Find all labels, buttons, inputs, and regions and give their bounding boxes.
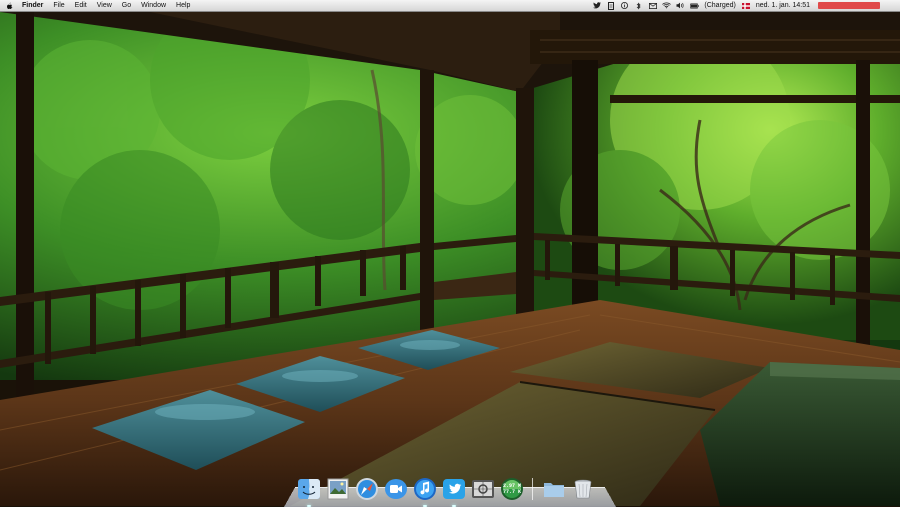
menu-edit[interactable]: Edit bbox=[75, 0, 87, 11]
menu-help[interactable]: Help bbox=[176, 0, 190, 11]
twitter-icon bbox=[443, 479, 465, 499]
facetime-icon bbox=[385, 479, 407, 499]
menu-clock[interactable]: ned. 1. jan. 14:51 bbox=[756, 0, 810, 11]
battery-status: (Charged) bbox=[704, 2, 736, 9]
dock: 2.97 M 77.7 K bbox=[296, 466, 599, 507]
preview-icon bbox=[327, 478, 349, 500]
mail-status-icon[interactable] bbox=[648, 1, 657, 10]
trash-icon bbox=[574, 479, 592, 499]
flag-icon[interactable] bbox=[742, 1, 751, 10]
dock-item-itunes[interactable] bbox=[412, 476, 438, 507]
network-up-value: 77.7 K bbox=[502, 489, 521, 495]
network-meter-readout: 2.97 M 77.7 K bbox=[502, 483, 522, 495]
folder-icon bbox=[544, 483, 564, 497]
status-menus: (Charged) ned. 1. jan. 14:51 bbox=[592, 0, 900, 11]
finder-icon bbox=[298, 479, 320, 499]
dock-item-applications-folder[interactable] bbox=[541, 476, 567, 502]
desktop-wallpaper bbox=[0, 0, 900, 506]
dock-item-safari[interactable] bbox=[354, 476, 380, 502]
menu-file[interactable]: File bbox=[53, 0, 64, 11]
twitter-status-icon[interactable] bbox=[592, 1, 601, 10]
dock-item-facetime[interactable] bbox=[383, 476, 409, 502]
user-name-redacted[interactable] bbox=[818, 2, 880, 9]
dock-item-trash[interactable] bbox=[570, 476, 596, 502]
menu-go[interactable]: Go bbox=[122, 0, 131, 11]
menu-bar: Finder File Edit View Go Window Help (Ch… bbox=[0, 0, 900, 12]
screenshot-icon bbox=[472, 480, 494, 498]
wifi-icon[interactable] bbox=[662, 1, 672, 10]
dock-item-twitter[interactable] bbox=[441, 476, 467, 507]
bluetooth-icon[interactable] bbox=[634, 1, 643, 10]
menu-window[interactable]: Window bbox=[141, 0, 166, 11]
battery-icon[interactable] bbox=[690, 1, 700, 10]
notes-status-icon[interactable] bbox=[606, 1, 615, 10]
apple-menu-icon[interactable] bbox=[6, 2, 15, 10]
safari-icon bbox=[356, 478, 378, 500]
dock-item-network-meter[interactable]: 2.97 M 77.7 K bbox=[499, 476, 525, 502]
dock-item-preview[interactable] bbox=[325, 476, 351, 502]
menu-view[interactable]: View bbox=[97, 0, 112, 11]
itunes-icon bbox=[414, 478, 436, 500]
menu-app-name[interactable]: Finder bbox=[22, 0, 43, 11]
dock-separator bbox=[532, 478, 533, 500]
dock-item-finder[interactable] bbox=[296, 476, 322, 507]
info-status-icon[interactable] bbox=[620, 1, 629, 10]
dock-item-screenshot[interactable] bbox=[470, 476, 496, 502]
volume-icon[interactable] bbox=[676, 1, 685, 10]
